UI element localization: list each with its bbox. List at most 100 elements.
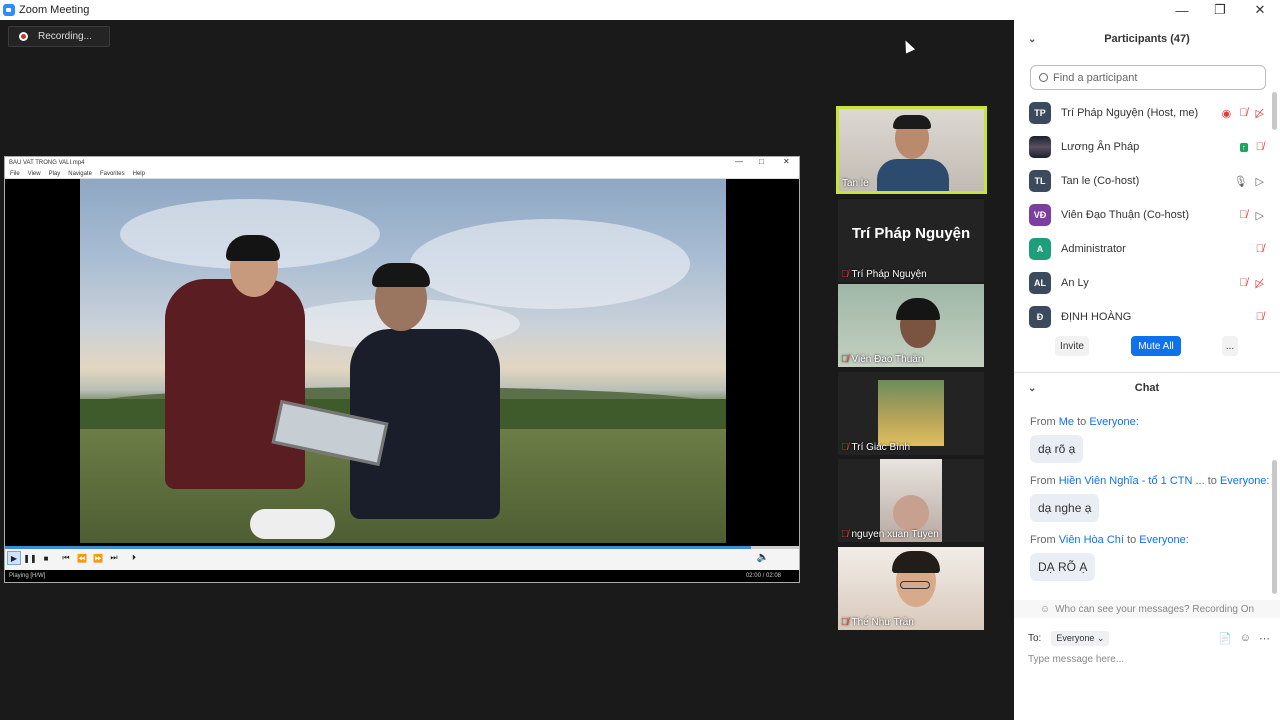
sender-name[interactable]: Me	[1059, 416, 1074, 428]
mute-all-button[interactable]: Mute All	[1131, 336, 1181, 356]
message-header: From Viên Hòa Chí to Everyone:	[1030, 534, 1189, 546]
video-thumbnail[interactable]: 🎙̸ nguyen xuan Tuyen	[838, 459, 984, 542]
message-bubble: dạ rõ ạ	[1030, 435, 1084, 463]
previous-button[interactable]: ⏮	[59, 551, 73, 565]
file-icon[interactable]: 📄	[1218, 632, 1232, 645]
invite-button[interactable]: Invite	[1055, 336, 1089, 356]
participant-name: Administrator	[1061, 243, 1126, 255]
menu-help[interactable]: Help	[133, 171, 145, 177]
chat-privacy-note[interactable]: ☺ Who can see your messages? Recording O…	[1014, 600, 1280, 618]
recipient-name[interactable]: Everyone:	[1139, 534, 1189, 546]
participant-name: ĐỊNH HOÀNG	[1061, 311, 1132, 323]
recipient-name[interactable]: Everyone:	[1220, 475, 1270, 487]
video-off-icon[interactable]: ▷̸	[1256, 107, 1264, 120]
recipient-name[interactable]: Everyone:	[1089, 416, 1139, 428]
next-button[interactable]: ⏭	[107, 551, 121, 565]
mic-muted-icon[interactable]: 🎙̸	[1256, 243, 1264, 255]
emoji-icon[interactable]: ☺	[1240, 632, 1251, 645]
collapse-participants-icon[interactable]: ⌄	[1028, 34, 1036, 45]
sender-name[interactable]: Hiền Viên Nghĩa - tổ 1 CTN ...	[1059, 475, 1205, 487]
video-thumbnail[interactable]: 🎙̸ Trí Giác Bình	[838, 372, 984, 455]
video-frame[interactable]	[80, 179, 726, 543]
participants-scrollbar[interactable]	[1272, 92, 1277, 130]
video-person-left	[165, 279, 305, 489]
more-options-button[interactable]: ...	[1222, 336, 1238, 356]
video-thumbnail[interactable]: 🎙̸ Viên Đạo Thuận	[838, 284, 984, 367]
mic-muted-icon[interactable]: 🎙̸	[1256, 311, 1264, 323]
avatar: Đ	[1029, 306, 1051, 328]
participant-row[interactable]: A Administrator 🎙̸	[1014, 232, 1270, 266]
recording-indicator[interactable]: Recording...	[8, 26, 110, 47]
close-button[interactable]: ✕	[1240, 0, 1280, 20]
chat-message-input[interactable]: Type message here...	[1028, 654, 1124, 665]
mic-muted-icon: 🎙̸	[841, 529, 849, 540]
participant-name: Viên Đạo Thuận (Co-host)	[1061, 209, 1189, 221]
forward-button[interactable]: ⏩	[91, 551, 105, 565]
chat-header: ⌄ Chat	[1014, 377, 1280, 399]
to-label: To:	[1028, 632, 1042, 644]
player-controls: ▶ ❚❚ ■ ⏮ ⏪ ⏩ ⏭ ⏵ 🔈	[5, 546, 799, 570]
mic-muted-icon[interactable]: 🎙̸	[1256, 141, 1264, 153]
player-maximize-button[interactable]: □	[759, 157, 764, 166]
video-on-icon[interactable]: ▷	[1256, 209, 1264, 222]
video-off-icon[interactable]: ▷̸	[1256, 277, 1264, 290]
video-thumbnail[interactable]: 🎙̸ Thể Như Trần	[838, 547, 984, 630]
mic-muted-icon: 🎙̸	[841, 617, 849, 628]
mic-on-icon[interactable]: 🎙	[1234, 175, 1248, 188]
rewind-button[interactable]: ⏪	[75, 551, 89, 565]
participant-row[interactable]: Đ ĐỊNH HOÀNG 🎙̸	[1014, 300, 1270, 334]
thumbnail-name: Viên Đạo Thuận	[851, 354, 924, 365]
message-header: From Me to Everyone:	[1030, 416, 1139, 428]
chat-scrollbar[interactable]	[1272, 460, 1277, 594]
participant-row[interactable]: TL Tan le (Co-host) 🎙 ▷	[1014, 164, 1270, 198]
more-icon[interactable]: ⋯	[1259, 632, 1270, 645]
menu-favorites[interactable]: Favorites	[100, 171, 125, 177]
video-thumbnail-active[interactable]: Tan le	[836, 106, 987, 194]
menu-file[interactable]: File	[10, 171, 20, 177]
mic-muted-icon: 🎙̸	[841, 442, 849, 453]
pause-button[interactable]: ❚❚	[23, 551, 37, 565]
play-button[interactable]: ▶	[7, 551, 21, 565]
participant-list: TP Trí Pháp Nguyện (Host, me) ◉ 🎙̸ ▷̸ Lư…	[1014, 96, 1270, 334]
mic-muted-icon[interactable]: 🎙̸	[1239, 107, 1247, 119]
chat-messages: From Me to Everyone: dạ rõ ạ From Hiền V…	[1030, 416, 1270, 593]
video-on-icon[interactable]: ▷	[1256, 175, 1264, 188]
shared-media-player[interactable]: BAU VAT TRONG VALI.mp4 — □ ✕ File View P…	[4, 156, 800, 583]
participant-row[interactable]: Lương Ân Pháp ↑ 🎙̸	[1014, 130, 1270, 164]
avatar	[1029, 136, 1051, 158]
mic-muted-icon[interactable]: 🎙̸	[1239, 277, 1247, 289]
participant-search-input[interactable]: Find a participant	[1030, 65, 1266, 90]
volume-icon[interactable]: 🔈	[757, 552, 769, 563]
sender-name[interactable]: Viên Hòa Chí	[1059, 534, 1124, 546]
player-minimize-button[interactable]: —	[735, 157, 743, 166]
chat-title: Chat	[1134, 382, 1160, 394]
restore-button[interactable]: ❐	[1200, 0, 1240, 20]
collapse-chat-icon[interactable]: ⌄	[1028, 383, 1036, 394]
player-status-bar: Playing [H/W] 02:00 / 02:08	[5, 570, 799, 582]
thumbnail-name: Trí Giác Bình	[851, 442, 911, 453]
frame-step-button[interactable]: ⏵	[127, 551, 141, 565]
participant-name: Trí Pháp Nguyện (Host, me)	[1061, 107, 1199, 119]
privacy-note-text: Who can see your messages? Recording On	[1055, 603, 1255, 615]
menu-play[interactable]: Play	[49, 171, 61, 177]
title-bar: Zoom Meeting — ❐ ✕	[0, 0, 1280, 20]
minimize-button[interactable]: —	[1162, 0, 1202, 20]
participant-row[interactable]: VĐ Viên Đạo Thuận (Co-host) 🎙̸ ▷	[1014, 198, 1270, 232]
participant-row[interactable]: TP Trí Pháp Nguyện (Host, me) ◉ 🎙̸ ▷̸	[1014, 96, 1270, 130]
menu-navigate[interactable]: Navigate	[68, 171, 92, 177]
thumbnail-name: Tan le	[842, 178, 869, 189]
player-close-button[interactable]: ✕	[783, 157, 790, 166]
player-menu-bar: File View Play Navigate Favorites Help	[5, 169, 799, 179]
menu-view[interactable]: View	[28, 171, 41, 177]
participant-name: An Ly	[1061, 277, 1089, 289]
seek-bar[interactable]	[5, 546, 799, 549]
player-title-bar: BAU VAT TRONG VALI.mp4 — □ ✕	[5, 157, 799, 169]
player-title: BAU VAT TRONG VALI.mp4	[9, 160, 85, 166]
avatar: A	[1029, 238, 1051, 260]
stop-button[interactable]: ■	[39, 551, 53, 565]
video-thumbnail[interactable]: Trí Pháp Nguyện 🎙̸ Trí Pháp Nguyện	[838, 199, 984, 282]
participant-row[interactable]: AL An Ly 🎙̸ ▷̸	[1014, 266, 1270, 300]
recording-icon	[19, 32, 28, 41]
mic-muted-icon[interactable]: 🎙̸	[1239, 209, 1247, 221]
recipient-select[interactable]: Everyone ⌄	[1051, 630, 1110, 646]
